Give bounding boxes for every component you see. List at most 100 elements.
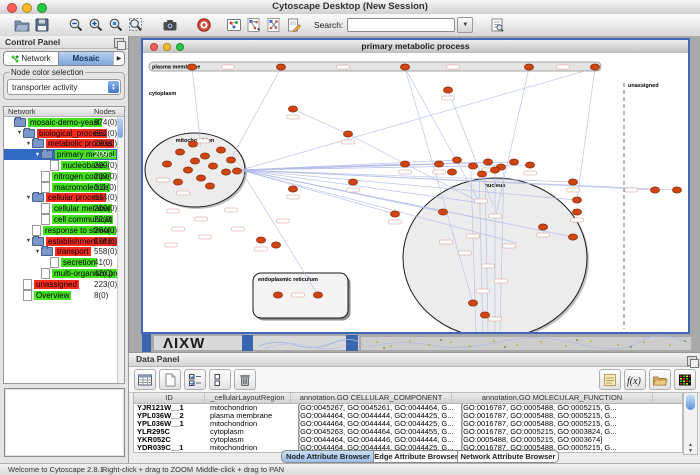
- network-tree-item[interactable]: Overview8(0): [4, 290, 124, 301]
- zoom-out-icon[interactable]: [66, 16, 86, 34]
- network-node[interactable]: [400, 64, 409, 70]
- column-header[interactable]: annotation.GO MOLECULAR_FUNCTION: [452, 393, 653, 403]
- column-header[interactable]: ID: [134, 393, 205, 403]
- network-node[interactable]: [313, 292, 322, 298]
- zoom-fit-icon[interactable]: [126, 16, 146, 34]
- network-tree-item[interactable]: ▼cellular process614(0): [4, 193, 124, 204]
- data-panel-float-icon[interactable]: [687, 356, 697, 366]
- network-tree-item[interactable]: ▼biological_process651(0): [4, 128, 124, 139]
- float-panel-icon[interactable]: [114, 38, 124, 48]
- expand-arrow-icon[interactable]: ▼: [34, 249, 41, 255]
- network-node[interactable]: [477, 171, 486, 177]
- table-cell[interactable]: [GO:0044464, GO:0044444, GO:0044425, G..…: [295, 420, 458, 428]
- table-row[interactable]: YKR052Ccytoplasm[GO:0044464, GO:0044446,…: [134, 436, 682, 444]
- network-node[interactable]: [162, 161, 171, 167]
- birds-eye-view[interactable]: [4, 388, 125, 457]
- network-node[interactable]: [175, 149, 184, 155]
- network-node[interactable]: [200, 153, 209, 159]
- network-node[interactable]: [400, 161, 409, 167]
- attribute-matrix-icon[interactable]: [674, 369, 696, 390]
- annotation-icon[interactable]: [284, 16, 304, 34]
- network-node[interactable]: [447, 169, 456, 175]
- new-attribute-icon[interactable]: [159, 369, 181, 390]
- table-cell[interactable]: [GO:0044464, GO:0044446, GO:0044444, G..…: [295, 436, 458, 444]
- import-attributes-icon[interactable]: [649, 369, 671, 390]
- network-node[interactable]: [256, 237, 265, 243]
- table-cell[interactable]: YJR121W__1: [134, 404, 207, 412]
- table-cell[interactable]: YKR052C: [134, 436, 207, 444]
- tab-network-attribute-browser[interactable]: Network Attribute Browser: [457, 450, 559, 463]
- expand-arrow-icon[interactable]: ▼: [25, 238, 32, 244]
- network-node[interactable]: [452, 157, 461, 163]
- select-attributes-icon[interactable]: [184, 369, 206, 390]
- network-node[interactable]: [590, 64, 599, 70]
- network-node[interactable]: [273, 292, 282, 298]
- network-tree-item[interactable]: cell communicat22(0): [4, 214, 124, 225]
- expand-arrow-icon[interactable]: ▼: [25, 141, 32, 147]
- network-node[interactable]: [568, 179, 577, 185]
- network-node[interactable]: [572, 209, 581, 215]
- tab-edge-attribute-browser[interactable]: Edge Attribute Browser: [373, 450, 459, 463]
- delete-attribute-icon[interactable]: [234, 369, 256, 390]
- tab-network[interactable]: Network: [4, 52, 58, 65]
- table-row[interactable]: YLR295Ccytoplasm[GO:0045263, GO:0044464,…: [134, 428, 682, 436]
- column-header[interactable]: annotation.GO CELLULAR_COMPONENT: [291, 393, 452, 403]
- network-node[interactable]: [525, 162, 534, 168]
- network-node[interactable]: [343, 131, 352, 137]
- network-node[interactable]: [672, 187, 681, 193]
- search-index-icon[interactable]: [487, 16, 507, 34]
- network-node[interactable]: [390, 211, 399, 217]
- tab-mosaic[interactable]: Mosaic: [58, 52, 113, 65]
- table-cell[interactable]: [GO:0044464, GO:0044444, GO:0044425, G..…: [295, 412, 458, 420]
- network-node[interactable]: [434, 161, 443, 167]
- table-cell[interactable]: cytoplasm: [207, 428, 295, 436]
- table-cell[interactable]: [GO:0005488, GO:0005215, GO:0003674]: [458, 436, 661, 444]
- tab-node-attribute-browser[interactable]: Node Attribute Browser: [281, 450, 375, 463]
- table-cell[interactable]: [GO:0045267, GO:0045261, GO:0044464, G..…: [295, 404, 458, 412]
- expand-arrow-icon[interactable]: ▼: [25, 195, 32, 201]
- network-node[interactable]: [468, 300, 477, 306]
- network-window-titlebar[interactable]: primary metabolic process: [143, 40, 688, 54]
- network-tree-item[interactable]: nucleobase-209(0): [4, 160, 124, 171]
- network-node[interactable]: [348, 179, 357, 185]
- more-tabs-icon[interactable]: ▶: [113, 52, 124, 65]
- network-node[interactable]: [190, 158, 199, 164]
- save-session-icon[interactable]: [32, 16, 52, 34]
- column-header[interactable]: _cellularLayoutRegion: [205, 393, 291, 403]
- search-input[interactable]: [347, 18, 455, 32]
- network-node[interactable]: [509, 159, 518, 165]
- network-tree-item[interactable]: cellular metabol209(0): [4, 203, 124, 214]
- network-node[interactable]: [480, 312, 489, 318]
- network-node[interactable]: [538, 224, 547, 230]
- attribute-table[interactable]: ID_cellularLayoutRegionannotation.GO CEL…: [133, 392, 683, 453]
- zoom-in-icon[interactable]: [86, 16, 106, 34]
- network-node[interactable]: [288, 106, 297, 112]
- attribute-table-header[interactable]: ID_cellularLayoutRegionannotation.GO CEL…: [134, 393, 682, 404]
- node-color-attribute-select[interactable]: transporter activity ▲▼: [7, 79, 121, 95]
- network-tree-item[interactable]: ▼establishment of lo558(0): [4, 236, 124, 247]
- network-node[interactable]: [271, 242, 280, 248]
- network-node[interactable]: [443, 87, 452, 93]
- unselect-attributes-icon[interactable]: [209, 369, 231, 390]
- network-tree-item[interactable]: unassigned223(0): [4, 279, 124, 290]
- network-node[interactable]: [568, 234, 577, 240]
- snapshot-camera-icon[interactable]: [160, 16, 180, 34]
- tree-scrollbar[interactable]: [117, 117, 124, 383]
- network-node[interactable]: [216, 147, 225, 153]
- table-cell[interactable]: [GO:0016787, GO:0005488, GO:0005215, G..…: [458, 404, 661, 412]
- table-cell[interactable]: mitochondrion: [207, 420, 295, 428]
- network-node[interactable]: [650, 187, 659, 193]
- zoom-selected-region-icon[interactable]: [106, 16, 126, 34]
- network-node[interactable]: [187, 64, 196, 70]
- create-network-from-selection-icon[interactable]: [244, 16, 264, 34]
- network-tree-header[interactable]: Network Nodes: [4, 107, 124, 117]
- network-tree-item[interactable]: nitrogen compo209(0): [4, 171, 124, 182]
- expand-arrow-icon[interactable]: ▼: [34, 152, 41, 158]
- table-scrollbar[interactable]: ▲▼: [683, 392, 698, 455]
- table-cell[interactable]: plasma membrane: [207, 412, 295, 420]
- network-tree-item[interactable]: ▼primary metabol209(...: [4, 149, 124, 160]
- network-node[interactable]: [226, 157, 235, 163]
- network-node[interactable]: [288, 186, 297, 192]
- table-cell[interactable]: [GO:0016787, GO:0005215, GO:0003824, G..…: [458, 428, 661, 436]
- network-tree-item[interactable]: ▼metabolic process280(0): [4, 139, 124, 150]
